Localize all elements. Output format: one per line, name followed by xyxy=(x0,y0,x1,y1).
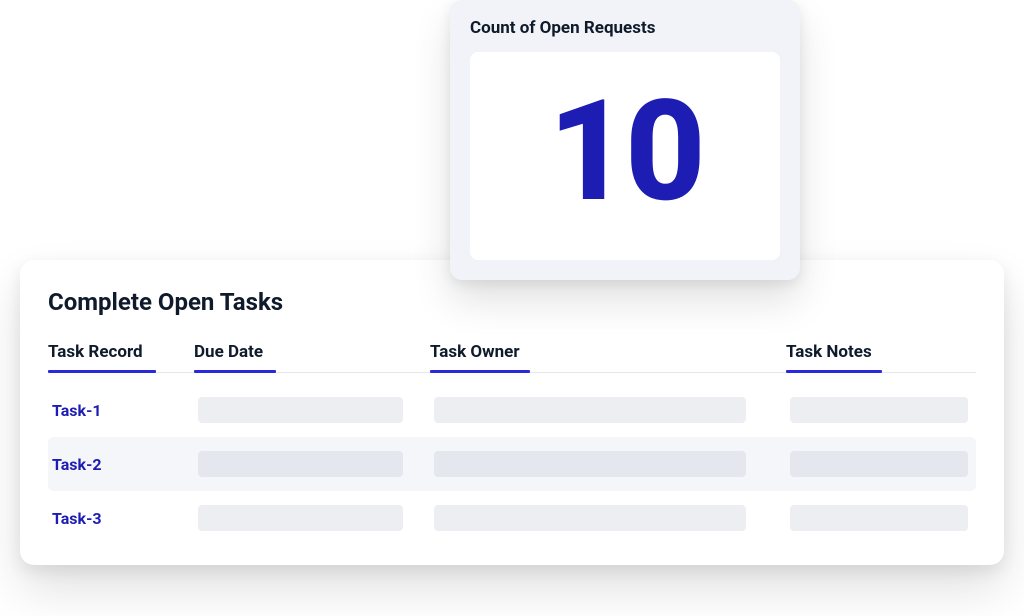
table-row: Task-1 xyxy=(48,383,976,437)
cell-placeholder xyxy=(790,451,968,477)
cell-placeholder xyxy=(198,505,403,531)
column-header-due-date[interactable]: Due Date xyxy=(194,342,414,372)
cell-placeholder xyxy=(198,397,403,423)
open-tasks-card: Complete Open Tasks Task Record Due Date… xyxy=(20,260,1004,565)
task-record-link[interactable]: Task-1 xyxy=(52,401,182,420)
column-header-notes[interactable]: Task Notes xyxy=(786,342,966,372)
cell-placeholder xyxy=(790,505,968,531)
task-record-link[interactable]: Task-2 xyxy=(52,455,182,474)
open-requests-card: Count of Open Requests 10 xyxy=(450,0,800,280)
cell-placeholder xyxy=(434,397,746,423)
cell-placeholder xyxy=(790,397,968,423)
table-row: Task-3 xyxy=(48,491,976,545)
open-tasks-title: Complete Open Tasks xyxy=(48,288,976,316)
column-header-record[interactable]: Task Record xyxy=(48,342,178,372)
open-requests-count: 10 xyxy=(470,82,780,222)
table-row: Task-2 xyxy=(48,437,976,491)
open-requests-title: Count of Open Requests xyxy=(470,18,780,38)
cell-placeholder xyxy=(198,451,403,477)
column-header-owner[interactable]: Task Owner xyxy=(430,342,770,372)
tasks-table-body: Task-1 Task-2 Task-3 xyxy=(48,383,976,545)
tasks-table-header: Task Record Due Date Task Owner Task Not… xyxy=(48,342,976,373)
open-requests-body: 10 xyxy=(470,52,780,260)
task-record-link[interactable]: Task-3 xyxy=(52,509,182,528)
cell-placeholder xyxy=(434,451,746,477)
cell-placeholder xyxy=(434,505,746,531)
